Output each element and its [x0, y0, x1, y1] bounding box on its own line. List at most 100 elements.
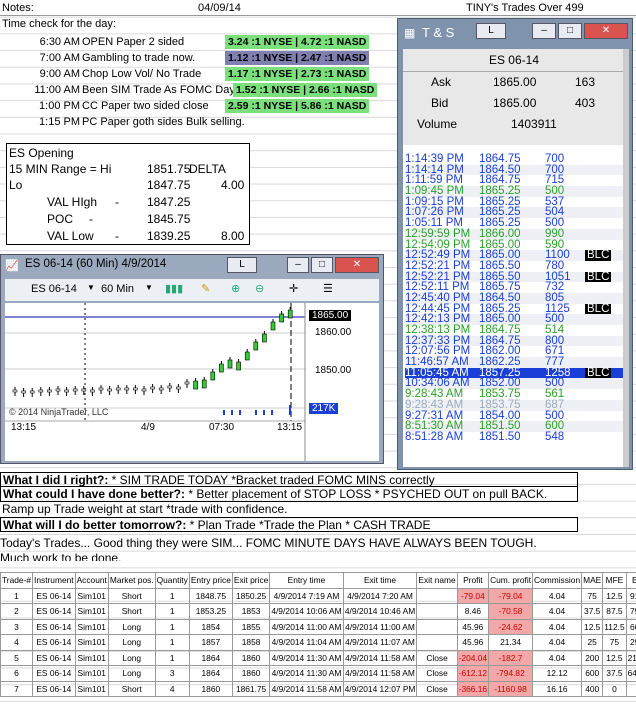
zoom-icon[interactable]: ⊕ [231, 282, 240, 295]
candle [227, 359, 233, 369]
table-cell: 4.04 [532, 603, 583, 620]
table-cell: 112.5 [602, 618, 627, 635]
chart-close-button[interactable]: ✕ [335, 257, 379, 273]
col-header: ETD [625, 572, 636, 589]
table-cell: -79.04 [488, 587, 534, 604]
chart-interval-select[interactable]: 60 Min [101, 283, 134, 295]
table-cell: 37.5 [581, 603, 604, 620]
table-row: 4 ES 06-14 Sim101 Long 1 1857 1858 4/9/2014 11:… [0, 634, 636, 651]
table-cell: 1 [154, 649, 190, 666]
tc-desc: Gambling to trade now. [82, 52, 196, 64]
col-header: Exit name [416, 572, 458, 589]
chart-instrument-select[interactable]: ES 06-14 [31, 283, 77, 295]
table-cell: 3 [0, 618, 34, 635]
tc-ratio: 1.12 :1 NYSE | 2.47 :1 NASD [225, 51, 370, 65]
notes-label: Notes: [2, 2, 34, 14]
ts-time: 12:59:59 PM [405, 227, 471, 240]
chart-maximize-button[interactable]: □ [311, 257, 333, 273]
val-high-label: VAL HIgh [47, 195, 98, 209]
table-cell: Close [416, 665, 458, 682]
ts-row[interactable]: 9:28:43 AM 1853.75 687 [405, 398, 623, 411]
table-cell: 4/9/2014 11:30 AM [269, 649, 344, 666]
pencil-icon[interactable]: ✎ [201, 282, 210, 295]
note-a1: * SIM TRADE TODAY *Bracket traded FOMC M… [108, 473, 435, 487]
trades-table: Trade-# Instrument Account Market pos. Quant… [0, 572, 636, 697]
chart-plot-area[interactable]: 1865.00 1860.00 1850.00 217K © 2014 Ninj… [5, 303, 379, 461]
ts-size: 687 [545, 398, 565, 411]
ts-size: 780 [545, 259, 565, 272]
properties-icon[interactable]: ☰ [323, 282, 333, 295]
tc-desc: PC Paper goth sides Bulk selling. [82, 116, 245, 128]
ts-block-tag: BLC [585, 249, 612, 262]
bid-size: 403 [575, 96, 596, 110]
table-cell: 8.46 [456, 603, 490, 620]
ts-scrollbar[interactable] [623, 49, 629, 467]
ts-price: 1851.50 [479, 430, 521, 443]
candle [201, 379, 207, 389]
bid-label: Bid [431, 96, 449, 110]
tc-time: 1:00 PM [39, 100, 80, 112]
chart-toolbar: ES 06-14 ▼ 60 Min ▼ ▮▮▮ ✎ ⊕ ⊖ ✛ ☰ [5, 279, 379, 301]
tc-ratio: 1.17 :1 NYSE | 2.73 :1 NASD [225, 67, 370, 81]
col-header: Entry time [269, 572, 344, 589]
volume-bar [223, 410, 225, 415]
table-cell: 4.04 [532, 587, 583, 604]
table-cell: Short [107, 587, 156, 604]
chart-minimize-button[interactable]: – [287, 257, 309, 273]
table-cell: 29.04 [625, 634, 636, 651]
table-cell: 12.5 [602, 649, 627, 666]
minimize-button[interactable]: – [532, 23, 556, 39]
ts-row[interactable]: 12:52:21 PM 1865.50 780 [405, 259, 623, 272]
zoom-out-icon[interactable]: ⊖ [255, 282, 264, 295]
hi-value: 1851.75 [147, 162, 191, 176]
chart-window[interactable]: 📈 ES 06-14 (60 Min) 4/9/2014 L – □ ✕ ES … [0, 254, 384, 464]
close-button[interactable]: ✕ [584, 23, 628, 39]
candle [115, 387, 121, 391]
table-cell: ES 06-14 [32, 680, 76, 697]
candle [244, 351, 250, 361]
table-cell: -182.7 [488, 649, 534, 666]
ts-titlebar[interactable]: ▦ T & S L – □ ✕ [398, 19, 632, 47]
note-a4: * Plan Trade *Trade the Plan * CASH TRAD… [186, 518, 431, 532]
bars-icon[interactable]: ▮▮▮ [165, 282, 183, 295]
col-header: Market pos. [107, 572, 156, 589]
chart-link-button[interactable]: L [227, 257, 257, 273]
col-header: MAE [581, 572, 604, 589]
maximize-button[interactable]: □ [558, 23, 582, 39]
note-q2: What could I have done better?: [3, 487, 186, 501]
link-button[interactable]: L [476, 23, 506, 39]
table-cell: Sim101 [74, 634, 109, 651]
ts-row[interactable]: 12:59:59 PM 1866.00 990 [405, 227, 623, 240]
table-cell: 1848.75 [188, 587, 233, 604]
table-cell [416, 587, 458, 604]
table-cell: 1 [0, 587, 34, 604]
table-cell: -612.12 [456, 665, 490, 682]
val-low-value: 1839.25 [147, 229, 191, 243]
table-cell: 1860 [188, 680, 233, 697]
table-cell: 4.04 [532, 618, 583, 635]
ts-row[interactable]: 8:51:28 AM 1851.50 548 [405, 430, 623, 443]
crosshair-icon[interactable]: ✛ [289, 282, 298, 295]
table-cell: 79.04 [625, 603, 636, 620]
table-cell: 12.5 [581, 618, 604, 635]
time-and-sales-window[interactable]: ▦ T & S L – □ ✕ ES 06-14 Ask 1865.00 163… [397, 18, 633, 470]
table-row: 1 ES 06-14 Sim101 Short 1 1848.75 1850.25 4/9/2… [0, 587, 636, 604]
col-header: Account [74, 572, 109, 589]
table-row: 3 ES 06-14 Sim101 Long 1 1854 1855 4/9/2014 11:… [0, 618, 636, 635]
candle [158, 387, 164, 391]
table-cell: 1860 [231, 649, 271, 666]
table-cell: 4.04 [532, 649, 583, 666]
table-cell: 1857 [188, 634, 233, 651]
x-label: 07:30 [209, 422, 235, 433]
tc-desc: Been SIM Trade As FOMC Day [82, 84, 235, 96]
col-header: Commission [532, 572, 583, 589]
volume-label: 217K [309, 403, 339, 414]
table-row: 7 ES 06-14 Sim101 Short 4 1860 1861.75 4/9/2014… [0, 680, 636, 697]
table-cell [416, 603, 458, 620]
table-cell: 1861.75 [231, 680, 271, 697]
table-cell: 45.96 [456, 634, 490, 651]
candle [107, 388, 112, 392]
table-cell: Close [416, 680, 458, 697]
candle [193, 380, 198, 390]
ts-trade-list[interactable]: 1:14:39 PM 1864.75 700 1:14:14 PM 1864.50… [405, 153, 623, 443]
